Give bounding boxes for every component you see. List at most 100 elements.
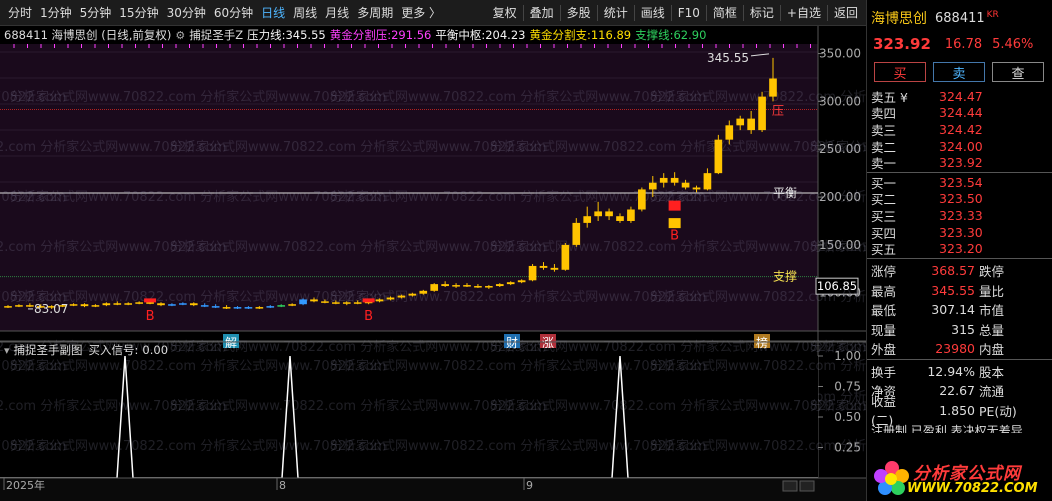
period-tab[interactable]: 60分钟: [210, 0, 257, 26]
candle-body[interactable]: [539, 265, 548, 268]
candle-body[interactable]: [332, 302, 340, 304]
candle-body[interactable]: [353, 302, 362, 304]
candle-body[interactable]: [495, 284, 504, 287]
candle-body[interactable]: [255, 307, 264, 309]
period-tab[interactable]: 5分钟: [76, 0, 116, 26]
candle-body[interactable]: [594, 211, 602, 217]
candle-body[interactable]: [310, 299, 318, 302]
candle-body[interactable]: [321, 301, 329, 303]
candle-body[interactable]: [714, 139, 723, 174]
candle-body[interactable]: [703, 173, 712, 190]
candle-body[interactable]: [419, 290, 428, 294]
candle-body[interactable]: [124, 303, 133, 305]
candle-body[interactable]: [528, 265, 537, 281]
candle-body[interactable]: [605, 211, 613, 217]
candle-body[interactable]: [375, 299, 384, 302]
candle-body[interactable]: [485, 286, 493, 288]
candle-body[interactable]: [769, 78, 777, 97]
period-tab[interactable]: 多周期: [353, 0, 397, 26]
candle-body[interactable]: [69, 304, 78, 306]
candle-body[interactable]: [157, 303, 165, 306]
candle-body[interactable]: [430, 284, 439, 291]
period-tab[interactable]: 月线: [321, 0, 353, 26]
bid-row[interactable]: 买二 323.50: [867, 191, 1052, 207]
buy-button[interactable]: 买: [874, 62, 926, 82]
candle-body[interactable]: [758, 96, 766, 131]
toolbar-action-button[interactable]: +自选: [783, 0, 825, 26]
candle-body[interactable]: [463, 285, 471, 287]
toolbar-action-button[interactable]: 标记: [746, 0, 778, 26]
candle-body[interactable]: [168, 304, 176, 306]
toolbar-action-button[interactable]: F10: [674, 0, 704, 26]
candle-body[interactable]: [681, 182, 690, 188]
candle-body[interactable]: [692, 187, 701, 190]
toolbar-action-button[interactable]: 多股: [563, 0, 595, 26]
period-tab[interactable]: 更多 〉: [397, 0, 445, 26]
kline-chart[interactable]: 350.00300.00250.00200.00150.00100.00压平衡支…: [0, 26, 866, 501]
period-tab[interactable]: 分时: [4, 0, 36, 26]
candle-body[interactable]: [452, 285, 460, 287]
candle-body[interactable]: [222, 307, 231, 309]
candle-body[interactable]: [659, 177, 668, 183]
candle-body[interactable]: [4, 306, 12, 308]
candle-body[interactable]: [233, 307, 242, 309]
candle-body[interactable]: [408, 293, 417, 296]
candle-body[interactable]: [386, 297, 395, 300]
candle-body[interactable]: [200, 305, 209, 307]
indicator-name[interactable]: 捕捉圣手Z: [189, 27, 243, 43]
candle-body[interactable]: [211, 306, 220, 308]
toolbar-action-button[interactable]: 返回: [830, 0, 862, 26]
candle-body[interactable]: [26, 305, 34, 307]
candle-body[interactable]: [441, 284, 449, 287]
toolbar-action-button[interactable]: 简框: [709, 0, 741, 26]
candle-body[interactable]: [616, 216, 624, 221]
candle-body[interactable]: [648, 182, 657, 190]
bid-row[interactable]: 买五 323.20: [867, 240, 1052, 257]
candle-body[interactable]: [747, 118, 755, 131]
candle-body[interactable]: [80, 304, 89, 307]
chart-canvas[interactable]: 350.00300.00250.00200.00150.00100.00压平衡支…: [0, 26, 866, 501]
ask-row[interactable]: 卖三 324.42: [867, 121, 1052, 138]
sub-chart-title[interactable]: 捕捉圣手副图: [14, 342, 83, 358]
candle-body[interactable]: [179, 303, 187, 305]
candle-body[interactable]: [277, 305, 286, 307]
toolbar-action-button[interactable]: 叠加: [526, 0, 558, 26]
candle-body[interactable]: [572, 222, 581, 245]
bid-row[interactable]: 买三 323.33: [867, 207, 1052, 224]
candle-body[interactable]: [244, 307, 253, 309]
bid-row[interactable]: 买四 323.30: [867, 224, 1052, 241]
candle-body[interactable]: [266, 306, 275, 308]
chevron-down-icon[interactable]: ▾: [4, 344, 10, 357]
bid-row[interactable]: 买一 323.54: [867, 174, 1052, 191]
ask-row[interactable]: 卖二 324.00: [867, 138, 1052, 155]
candle-body[interactable]: [474, 286, 482, 288]
toolbar-action-button[interactable]: 复权: [489, 0, 521, 26]
candle-body[interactable]: [15, 305, 23, 307]
candle-body[interactable]: [397, 295, 406, 298]
candle-body[interactable]: [550, 267, 559, 270]
candle-body[interactable]: [91, 305, 100, 307]
query-button[interactable]: 查: [992, 62, 1044, 82]
ask-row[interactable]: 卖一 323.92: [867, 154, 1052, 171]
candle-body[interactable]: [135, 302, 143, 304]
candle-body[interactable]: [113, 303, 122, 305]
candle-body[interactable]: [506, 282, 515, 285]
candle-body[interactable]: [342, 302, 351, 304]
scroll-button[interactable]: [782, 480, 798, 492]
candle-body[interactable]: [517, 280, 526, 283]
period-tab[interactable]: 周线: [289, 0, 321, 26]
candle-body[interactable]: [288, 304, 296, 306]
ask-row[interactable]: 卖四 324.44: [867, 105, 1052, 121]
candle-body[interactable]: [670, 177, 679, 183]
gear-icon[interactable]: ⚙: [175, 29, 185, 42]
period-tab[interactable]: 日线: [257, 0, 289, 26]
candle-body[interactable]: [725, 125, 734, 140]
candle-body[interactable]: [561, 244, 570, 270]
candle-body[interactable]: [583, 216, 592, 223]
candle-body[interactable]: [146, 302, 154, 304]
sell-button[interactable]: 卖: [933, 62, 985, 82]
period-tab[interactable]: 30分钟: [163, 0, 210, 26]
toolbar-action-button[interactable]: 统计: [600, 0, 632, 26]
ask-row[interactable]: 卖五 ¥324.47: [867, 88, 1052, 105]
scroll-button[interactable]: [799, 480, 815, 492]
